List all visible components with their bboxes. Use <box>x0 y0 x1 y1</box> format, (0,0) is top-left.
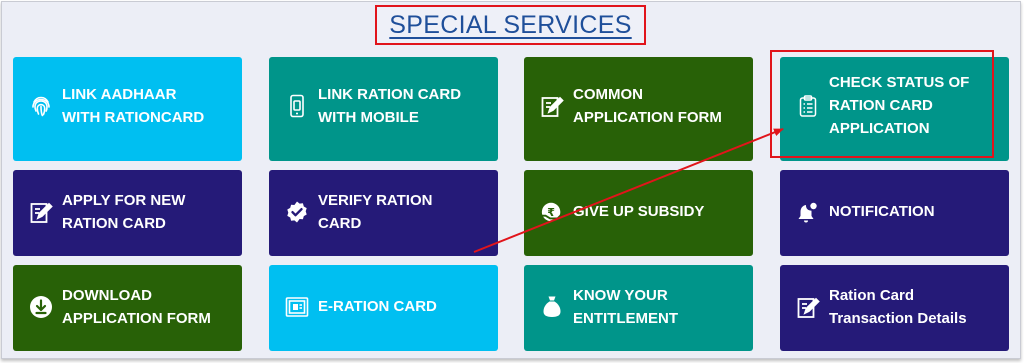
download-icon <box>29 295 53 319</box>
edit-form-icon <box>540 94 564 118</box>
service-card-label: GIVE UP SUBSIDY <box>573 203 705 220</box>
verified-badge-icon <box>285 200 309 224</box>
service-card-label: CHECK STATUS OF RATION CARD APPLICATION <box>829 74 970 137</box>
service-card-download[interactable]: DOWNLOAD APPLICATION FORM <box>13 265 242 351</box>
service-card-edit-form[interactable]: APPLY FOR NEW RATION CARD <box>13 170 242 256</box>
service-card-label: LINK AADHAAR WITH RATIONCARD <box>62 86 205 126</box>
service-card-label: NOTIFICATION <box>829 203 935 220</box>
service-card-edit-form[interactable]: Ration Card Transaction Details <box>780 265 1009 351</box>
grain-bag-icon <box>540 295 564 319</box>
bell-icon <box>796 200 820 224</box>
service-card-bell[interactable]: NOTIFICATION <box>780 170 1009 256</box>
edit-form-icon <box>796 295 820 319</box>
service-card-edit-form[interactable]: COMMON APPLICATION FORM <box>524 57 753 161</box>
service-card-grain-bag[interactable]: KNOW YOUR ENTITLEMENT <box>524 265 753 351</box>
mobile-icon <box>285 94 309 118</box>
service-card-label: E-RATION CARD <box>318 298 437 315</box>
service-card-fingerprint[interactable]: LINK AADHAAR WITH RATIONCARD <box>13 57 242 161</box>
service-card-hand-rupee[interactable]: ₹ GIVE UP SUBSIDY <box>524 170 753 256</box>
service-card-label: Ration Card Transaction Details <box>829 287 967 327</box>
id-card-icon <box>285 295 309 319</box>
section-title-box: SPECIAL SERVICES <box>375 5 646 45</box>
service-card-label: COMMON APPLICATION FORM <box>573 86 722 126</box>
service-card-label: LINK RATION CARD WITH MOBILE <box>318 86 462 126</box>
service-card-clipboard[interactable]: CHECK STATUS OF RATION CARD APPLICATION <box>780 57 1009 161</box>
hand-rupee-icon: ₹ <box>540 200 564 224</box>
service-card-label: VERIFY RATION CARD <box>318 192 433 232</box>
service-card-label: DOWNLOAD APPLICATION FORM <box>62 287 211 327</box>
service-card-id-card[interactable]: E-RATION CARD <box>269 265 498 351</box>
edit-form-icon <box>29 200 53 224</box>
service-card-label: APPLY FOR NEW RATION CARD <box>62 192 186 232</box>
fingerprint-icon <box>29 94 53 118</box>
service-card-label: KNOW YOUR ENTITLEMENT <box>573 287 678 327</box>
service-card-verified-badge[interactable]: VERIFY RATION CARD <box>269 170 498 256</box>
section-title-link[interactable]: SPECIAL SERVICES <box>389 11 631 40</box>
service-card-mobile[interactable]: LINK RATION CARD WITH MOBILE <box>269 57 498 161</box>
clipboard-icon <box>796 94 820 118</box>
